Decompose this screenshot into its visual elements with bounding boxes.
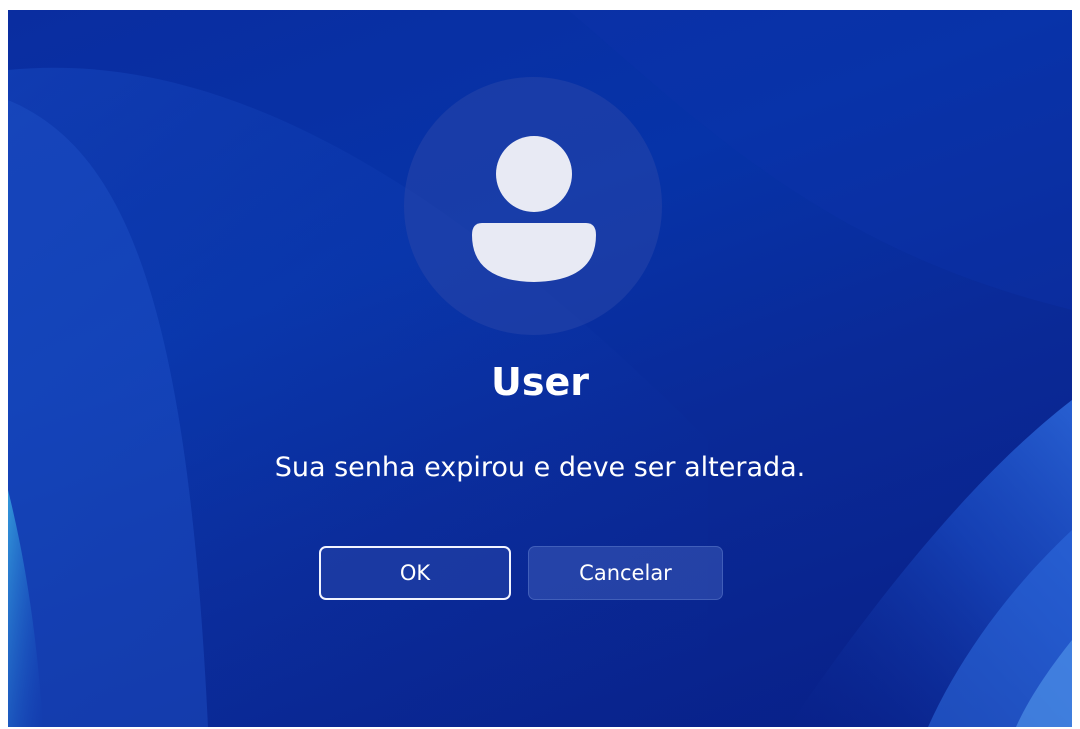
user-avatar [404,77,662,335]
ok-button[interactable]: OK [319,546,511,600]
cancel-button-label: Cancelar [579,561,672,585]
ok-button-label: OK [399,561,431,585]
password-expired-message: Sua senha expirou e deve ser alterada. [274,452,806,483]
cancel-button[interactable]: Cancelar [528,546,723,600]
user-silhouette-icon [472,136,596,282]
user-name: User [491,360,589,404]
lock-screen: User Sua senha expirou e deve ser altera… [8,10,1072,727]
